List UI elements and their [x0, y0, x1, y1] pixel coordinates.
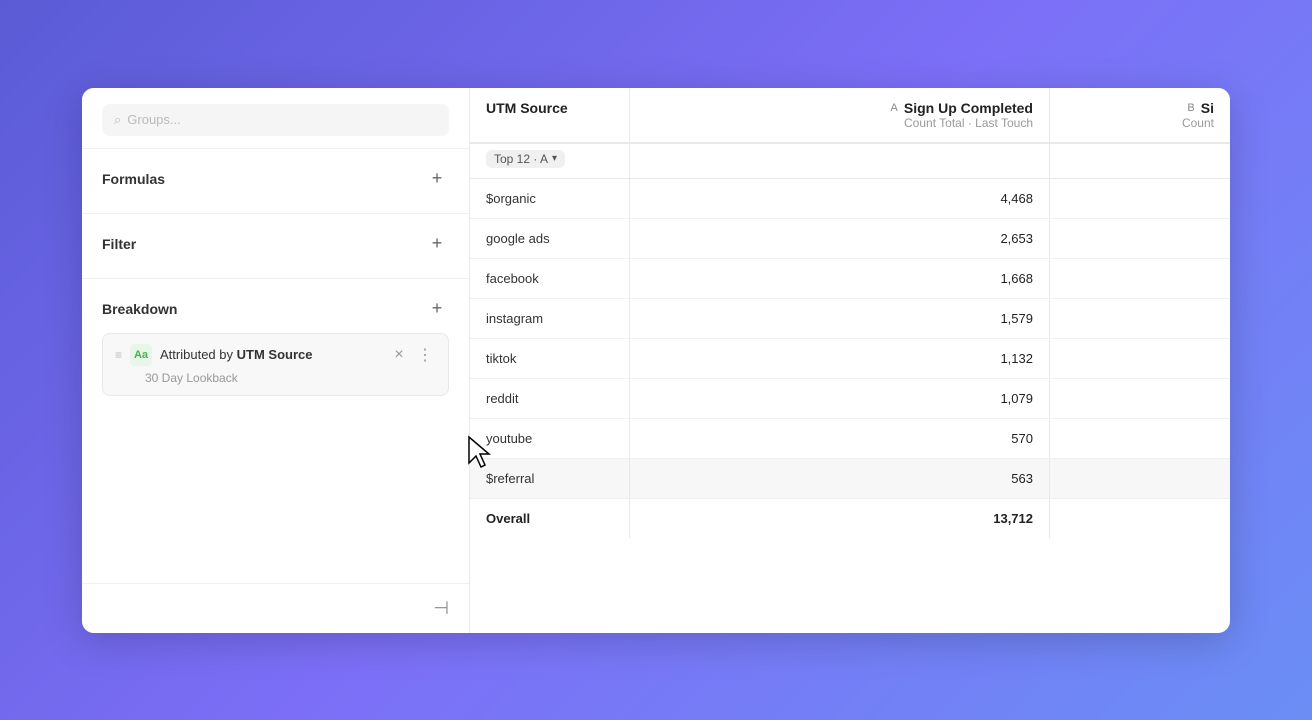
value-a-cell-overall: 13,712	[630, 499, 1050, 538]
table-row: Overall 13,712	[470, 499, 1230, 538]
drag-handle-icon[interactable]: ≡	[115, 348, 122, 362]
add-filter-button[interactable]: +	[425, 232, 449, 256]
search-bar[interactable]: ⌕ Groups...	[102, 104, 449, 136]
sidebar-footer: ⊣	[82, 583, 469, 633]
utm-cell: youtube	[470, 419, 630, 458]
utm-cell: reddit	[470, 379, 630, 418]
breakdown-more-button[interactable]: ⋮	[414, 344, 436, 366]
utm-cell: tiktok	[470, 339, 630, 378]
collapse-icon: ⊣	[433, 598, 449, 619]
value-b-cell	[1050, 299, 1230, 338]
utm-col-title: UTM Source	[486, 100, 613, 116]
value-b-cell	[1050, 339, 1230, 378]
breakdown-section: Breakdown + ≡ Aa Attributed by UTM Sourc…	[82, 278, 469, 406]
value-a-cell: 570	[630, 419, 1050, 458]
utm-filter-cell: Top 12 · A ▾	[470, 144, 630, 178]
utm-filter-label: Top 12 · A	[494, 152, 548, 166]
col-a-event: Sign Up Completed	[904, 100, 1033, 116]
table-row: $organic 4,468	[470, 179, 1230, 219]
utm-cell: $referral	[470, 459, 630, 498]
breakdown-label-text: Attributed by UTM Source	[160, 347, 380, 362]
table-row: google ads 2,653	[470, 219, 1230, 259]
col-b-event: Si	[1201, 100, 1214, 116]
utm-cell: $organic	[470, 179, 630, 218]
main-panel: ⌕ Groups... Formulas + Filter + Breakdow…	[82, 88, 1230, 633]
value-a-cell: 1,132	[630, 339, 1050, 378]
value-a-cell: 563	[630, 459, 1050, 498]
value-a-cell: 1,668	[630, 259, 1050, 298]
breakdown-label: Breakdown	[102, 301, 177, 317]
filter-label: Filter	[102, 236, 136, 252]
value-a-cell: 1,079	[630, 379, 1050, 418]
col-b-letter: B	[1187, 102, 1194, 114]
breakdown-card: ≡ Aa Attributed by UTM Source × ⋮ 30 Day…	[102, 333, 449, 396]
chevron-down-icon: ▾	[552, 153, 557, 164]
table-row: youtube 570	[470, 419, 1230, 459]
breakdown-type-icon: Aa	[130, 344, 152, 366]
table-body: $organic 4,468 google ads 2,653 facebook…	[470, 179, 1230, 633]
add-formula-button[interactable]: +	[425, 167, 449, 191]
value-a-cell: 1,579	[630, 299, 1050, 338]
value-b-cell	[1050, 379, 1230, 418]
table-area: UTM Source A Sign Up Completed Count Tot…	[470, 88, 1230, 633]
utm-cell-overall: Overall	[470, 499, 630, 538]
value-a-cell: 2,653	[630, 219, 1050, 258]
sidebar-top: ⌕ Groups...	[82, 88, 469, 149]
table-header: UTM Source A Sign Up Completed Count Tot…	[470, 88, 1230, 144]
breakdown-close-button[interactable]: ×	[388, 344, 410, 366]
table-row: instagram 1,579	[470, 299, 1230, 339]
col-a-header: A Sign Up Completed Count Total · Last T…	[630, 88, 1050, 142]
value-b-cell-overall	[1050, 499, 1230, 538]
utm-filter-row: Top 12 · A ▾	[470, 144, 1230, 179]
table-row: facebook 1,668	[470, 259, 1230, 299]
utm-filter-button[interactable]: Top 12 · A ▾	[486, 150, 565, 168]
utm-cell: facebook	[470, 259, 630, 298]
col-a-sub: Count Total · Last Touch	[646, 116, 1033, 130]
formulas-section: Formulas +	[82, 149, 469, 213]
value-b-cell	[1050, 179, 1230, 218]
collapse-sidebar-button[interactable]: ⊣	[433, 598, 449, 619]
value-b-cell	[1050, 259, 1230, 298]
table-row: tiktok 1,132	[470, 339, 1230, 379]
table-row: reddit 1,079	[470, 379, 1230, 419]
value-b-cell	[1050, 419, 1230, 458]
sidebar: ⌕ Groups... Formulas + Filter + Breakdow…	[82, 88, 470, 633]
breakdown-lookback: 30 Day Lookback	[145, 371, 436, 385]
table-row: $referral 563	[470, 459, 1230, 499]
filter-section: Filter +	[82, 213, 469, 278]
utm-cell: instagram	[470, 299, 630, 338]
search-icon: ⌕	[114, 112, 121, 128]
search-placeholder: Groups...	[127, 112, 180, 127]
utm-cell: google ads	[470, 219, 630, 258]
col-b-header: B Si Count	[1050, 88, 1230, 142]
col-utm-header: UTM Source	[470, 88, 630, 142]
value-a-cell: 4,468	[630, 179, 1050, 218]
col-a-letter: A	[891, 102, 898, 114]
col-b-sub: Count	[1066, 116, 1214, 130]
formulas-label: Formulas	[102, 171, 165, 187]
add-breakdown-button[interactable]: +	[425, 297, 449, 321]
value-b-cell	[1050, 459, 1230, 498]
value-b-cell	[1050, 219, 1230, 258]
